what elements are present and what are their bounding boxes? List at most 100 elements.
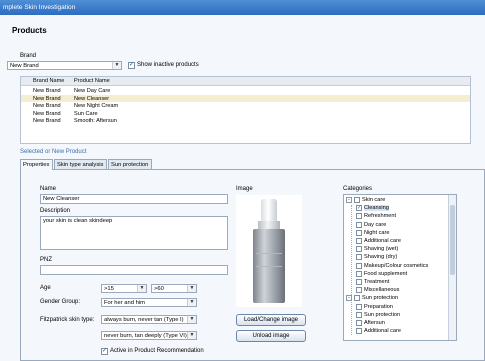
category-checkbox[interactable] xyxy=(356,229,362,236)
cell-product: Sun Care xyxy=(74,110,98,117)
category-item[interactable]: Additional care xyxy=(356,238,401,246)
category-checkbox[interactable] xyxy=(356,303,362,310)
age-from-value: >15 xyxy=(104,286,114,292)
categories-label: Categories xyxy=(343,186,373,192)
bottle-pump-cap xyxy=(261,199,277,223)
category-item[interactable]: Additional care xyxy=(356,328,401,336)
category-label: Shaving (dry) xyxy=(364,254,398,261)
category-item[interactable]: Refreshment xyxy=(356,213,396,221)
category-item[interactable]: Sun protection xyxy=(356,311,400,320)
brand-label: Brand xyxy=(20,53,37,59)
fitzpatrick-to-value: never burn, tan deeply (Type VI) xyxy=(104,333,187,339)
table-row-selected[interactable]: New Brand New Cleanser xyxy=(21,94,470,102)
category-checkbox[interactable]: ✓ xyxy=(356,205,362,212)
category-label: Aftersun xyxy=(364,320,385,326)
category-label: Sun protection xyxy=(362,295,399,302)
scroll-thumb[interactable] xyxy=(450,205,455,275)
category-checkbox[interactable] xyxy=(356,238,362,244)
fitzpatrick-to-select[interactable]: never burn, tan deeply (Type VI) ▼ xyxy=(101,331,197,340)
table-row[interactable]: New Brand Sun Care xyxy=(21,110,470,118)
load-image-button[interactable]: Load/Change image xyxy=(236,314,306,326)
tab-properties[interactable]: Properties xyxy=(20,159,53,170)
product-image xyxy=(236,195,302,307)
table-row[interactable]: New Brand Smooth: Aftersun xyxy=(21,117,470,125)
category-item[interactable]: Makeup/Colour cosmetics xyxy=(356,262,428,271)
fitzpatrick-from-value: always burn, never tan (Type I) xyxy=(104,317,184,323)
category-item[interactable]: Night care xyxy=(356,229,390,238)
chevron-down-icon[interactable]: ▼ xyxy=(187,332,196,339)
description-textarea[interactable]: your skin is clean skindeep xyxy=(40,216,228,250)
category-label: Miscellaneous xyxy=(364,287,400,294)
category-group[interactable]: - Sun protection xyxy=(346,295,398,303)
brand-select[interactable]: New Brand ▼ xyxy=(7,61,122,70)
chevron-down-icon[interactable]: ▼ xyxy=(137,285,146,292)
brand-value: New Brand xyxy=(10,63,39,69)
category-checkbox[interactable] xyxy=(356,270,362,277)
cell-brand: New Brand xyxy=(33,103,61,109)
gender-label: Gender Group: xyxy=(40,299,81,305)
category-label: Food supplement xyxy=(364,270,408,277)
category-checkbox[interactable] xyxy=(356,287,362,294)
category-label: Shaving (wet) xyxy=(364,246,399,253)
chevron-down-icon[interactable]: ▼ xyxy=(187,299,196,306)
chevron-down-icon[interactable]: ▼ xyxy=(187,285,196,292)
category-checkbox[interactable] xyxy=(356,262,362,269)
fitzpatrick-from-select[interactable]: always burn, never tan (Type I) ▼ xyxy=(101,315,197,324)
category-item[interactable]: Day care xyxy=(356,221,386,230)
age-label: Age xyxy=(40,285,51,291)
grid-header: Brand Name Product Name xyxy=(21,77,470,86)
unload-image-button[interactable]: Unload image xyxy=(236,330,306,342)
table-row[interactable]: New Brand New Night Cream xyxy=(21,102,470,110)
category-checkbox[interactable] xyxy=(356,213,362,220)
category-item[interactable]: ✓ Cleansing xyxy=(356,205,389,213)
category-label: Additional care xyxy=(364,328,402,335)
category-checkbox[interactable] xyxy=(356,221,362,228)
gender-select[interactable]: For her and him ▼ xyxy=(101,298,197,307)
cell-brand: New Brand xyxy=(33,110,61,117)
category-checkbox[interactable] xyxy=(356,254,362,261)
column-header-brand[interactable]: Brand Name xyxy=(33,78,64,84)
category-checkbox[interactable] xyxy=(354,295,360,302)
active-checkbox[interactable]: ✓ xyxy=(101,348,108,355)
tab-sun-protection[interactable]: Sun protection xyxy=(108,159,152,169)
category-checkbox[interactable] xyxy=(356,311,362,318)
table-row[interactable]: New Brand New Day Care xyxy=(21,87,470,95)
products-heading: Products xyxy=(12,26,47,35)
column-header-product[interactable]: Product Name xyxy=(74,78,110,84)
category-label: Preparation xyxy=(364,303,393,310)
category-item[interactable]: Shaving (wet) xyxy=(356,246,398,254)
pnz-input[interactable] xyxy=(40,265,228,275)
description-label: Description xyxy=(40,208,71,214)
cell-product: New Cleanser xyxy=(74,95,110,102)
category-group[interactable]: - Skin care xyxy=(346,197,385,205)
category-checkbox[interactable] xyxy=(356,246,362,253)
category-label: Cleansing xyxy=(364,205,389,212)
category-item[interactable]: Food supplement xyxy=(356,270,408,279)
category-item[interactable]: Preparation xyxy=(356,303,393,312)
category-item[interactable]: Aftersun xyxy=(356,320,385,328)
category-checkbox[interactable] xyxy=(354,197,360,203)
chevron-down-icon[interactable]: ▼ xyxy=(187,316,196,323)
pnz-label: PNZ xyxy=(40,257,52,263)
category-label: Treatment xyxy=(364,279,390,285)
age-to-value: >60 xyxy=(154,286,164,292)
collapse-icon[interactable]: - xyxy=(346,295,352,302)
category-checkbox[interactable] xyxy=(356,320,362,326)
name-input[interactable]: New Cleanser xyxy=(40,194,228,204)
category-checkbox[interactable] xyxy=(356,279,362,285)
category-label: Additional care xyxy=(364,238,402,244)
age-from-select[interactable]: >15 ▼ xyxy=(101,284,147,293)
age-to-select[interactable]: >60 ▼ xyxy=(151,284,197,293)
show-inactive-checkbox[interactable]: ✓ xyxy=(128,62,135,69)
products-grid: Brand Name Product Name New Brand New Da… xyxy=(20,76,471,144)
category-checkbox[interactable] xyxy=(356,328,362,335)
cell-brand: New Brand xyxy=(33,95,61,102)
tab-skin-type-analysis[interactable]: Skin type analysis xyxy=(54,159,107,169)
chevron-down-icon[interactable]: ▼ xyxy=(112,62,121,69)
collapse-icon[interactable]: - xyxy=(346,197,352,203)
category-item[interactable]: Miscellaneous xyxy=(356,287,399,295)
fitzpatrick-label: Fitzpatrick skin type: xyxy=(40,317,95,323)
categories-scrollbar[interactable] xyxy=(448,195,456,340)
category-item[interactable]: Treatment xyxy=(356,279,389,287)
category-item[interactable]: Shaving (dry) xyxy=(356,254,397,262)
